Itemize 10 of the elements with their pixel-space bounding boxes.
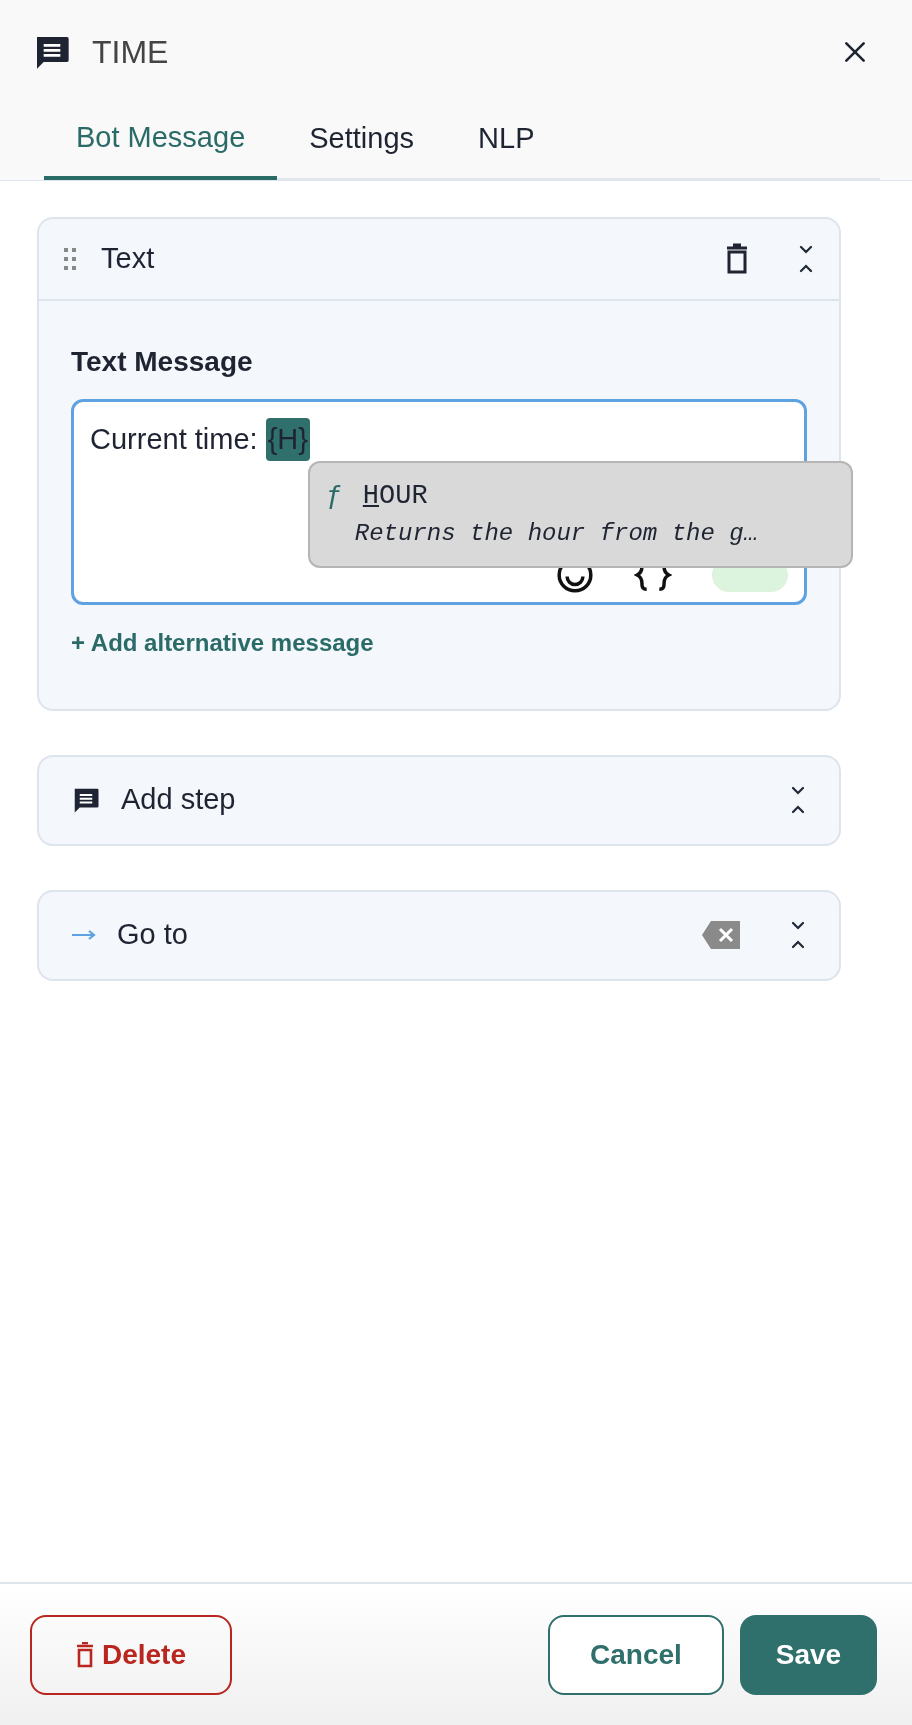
- step-title: Add step: [121, 782, 236, 818]
- suggestion-name: HOUR: [362, 479, 429, 513]
- function-icon: ƒ: [326, 474, 343, 517]
- message-text: Current time:: [90, 421, 259, 457]
- window-title: TIME: [92, 33, 169, 72]
- step-title: Go to: [117, 917, 188, 953]
- step-title: Text: [101, 240, 155, 276]
- suggestion-description: Returns the hour from the g…: [354, 519, 759, 550]
- variable-token: {H}: [265, 417, 310, 461]
- field-label: Text Message: [71, 344, 254, 379]
